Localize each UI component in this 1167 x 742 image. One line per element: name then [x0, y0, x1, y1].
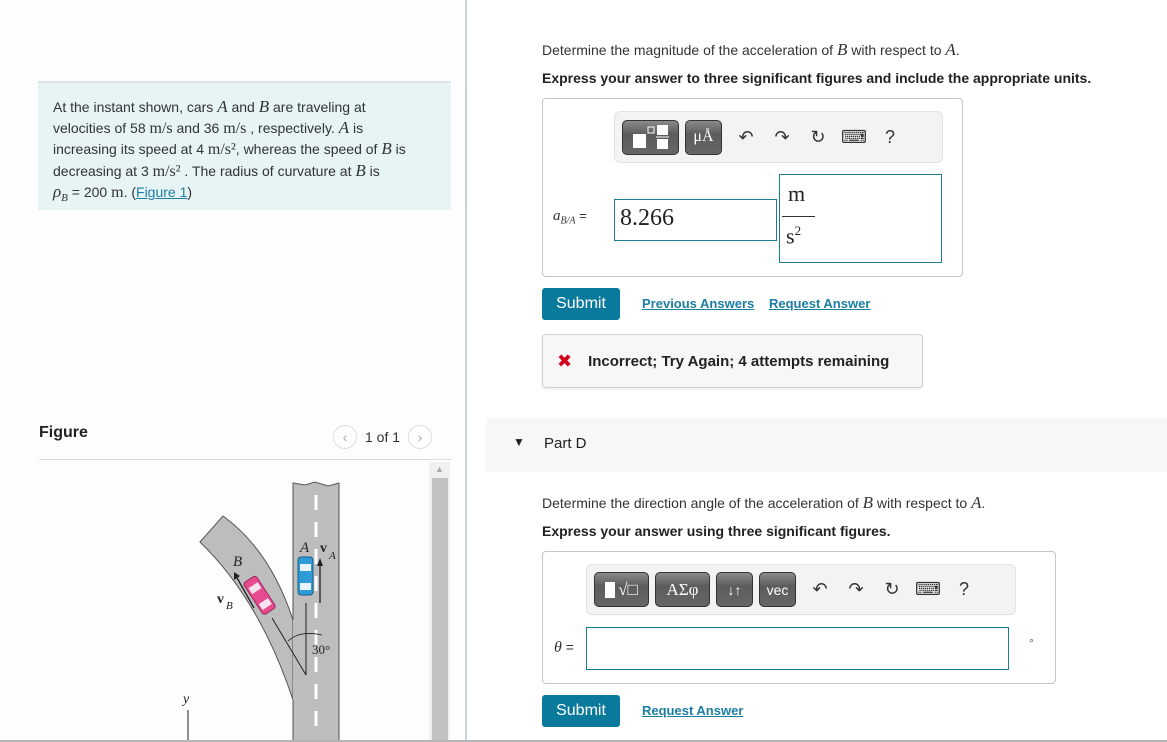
part-c-instruction: Express your answer to three significant…: [542, 70, 1092, 86]
redo-icon[interactable]: ↷: [764, 127, 800, 148]
greek-symbols-button[interactable]: ΑΣφ: [655, 572, 710, 607]
next-figure-button[interactable]: ›: [408, 425, 433, 449]
previous-answers-link[interactable]: Previous Answers: [642, 296, 754, 311]
part-c-request-answer-link[interactable]: Request Answer: [769, 296, 870, 311]
part-d-title: Part D: [544, 435, 587, 452]
label-a: A: [299, 540, 310, 556]
unit-numerator: m: [788, 181, 806, 206]
scrollbar-thumb[interactable]: [432, 478, 448, 742]
keyboard-icon[interactable]: ⌨: [910, 579, 946, 600]
fraction-bar: [782, 216, 815, 217]
redo-icon[interactable]: ↷: [838, 579, 874, 600]
units-button[interactable]: μÅ: [685, 119, 722, 155]
label-vb-sub: B: [226, 600, 233, 612]
label-va: v: [320, 541, 327, 556]
figure-image: B A v A v B 30° y: [181, 481, 340, 742]
collapse-triangle-icon: ▼: [513, 435, 525, 449]
part-c-toolbar: μÅ ↶ ↷ ↻ ⌨ ?: [614, 111, 943, 163]
scroll-up-icon[interactable]: ▲: [429, 462, 450, 476]
undo-icon[interactable]: ↶: [802, 579, 838, 600]
unit-denominator: s2: [786, 223, 802, 249]
label-vb: v: [217, 592, 224, 607]
radical-template-icon: √□: [618, 579, 638, 599]
templates-button[interactable]: √□: [594, 572, 649, 607]
feedback-message: ✖ Incorrect; Try Again; 4 attempts remai…: [542, 334, 923, 388]
part-c-variable-label: aB/A =: [553, 208, 587, 227]
part-c-submit-button[interactable]: Submit: [542, 288, 620, 320]
figure-page-indicator: 1 of 1: [365, 429, 401, 445]
road-branch: [199, 515, 294, 701]
label-va-sub: A: [328, 550, 336, 562]
figure-pager: ‹ 1 of 1 ›: [333, 425, 433, 449]
part-c-question: Determine the magnitude of the accelerat…: [542, 40, 960, 59]
figure-title: Figure: [39, 424, 88, 441]
reset-icon[interactable]: ↻: [800, 127, 836, 148]
prev-figure-button[interactable]: ‹: [333, 425, 357, 449]
feedback-text: Incorrect; Try Again; 4 attempts remaini…: [588, 352, 890, 370]
part-d-toolbar: √□ ΑΣφ ↓↑ vec ↶ ↷ ↻ ⌨ ?: [586, 564, 1016, 615]
vector-button[interactable]: vec: [759, 572, 796, 607]
keyboard-icon[interactable]: ⌨: [836, 127, 872, 148]
help-button[interactable]: ?: [872, 127, 908, 148]
part-d-variable-label: θ =: [554, 639, 574, 656]
label-b: B: [233, 554, 242, 570]
figure-divider: [39, 459, 452, 460]
figure-link[interactable]: Figure 1: [136, 184, 187, 200]
part-d-question: Determine the direction angle of the acc…: [542, 493, 986, 512]
part-d-submit-button[interactable]: Submit: [542, 695, 620, 727]
part-c-value-input[interactable]: 8.266: [614, 199, 777, 241]
reset-icon[interactable]: ↻: [874, 579, 910, 600]
fraction-template-icon: [632, 125, 669, 149]
degree-unit: °: [1029, 636, 1034, 650]
templates-button[interactable]: [622, 119, 679, 155]
part-d-instruction: Express your answer using three signific…: [542, 523, 891, 539]
part-d-header[interactable]: ▼ Part D: [486, 418, 1167, 472]
arrows-button[interactable]: ↓↑: [716, 572, 753, 607]
chevron-right-icon: ›: [417, 429, 423, 445]
undo-icon[interactable]: ↶: [728, 127, 764, 148]
part-c-unit-input[interactable]: m s2: [779, 174, 942, 263]
label-angle: 30°: [312, 642, 330, 657]
panel-divider[interactable]: [465, 0, 467, 742]
chevron-left-icon: ‹: [342, 429, 348, 445]
help-button[interactable]: ?: [946, 579, 982, 600]
part-d-angle-input[interactable]: [586, 627, 1009, 670]
label-y-axis: y: [181, 692, 190, 707]
error-x-icon: ✖: [557, 350, 573, 371]
part-d-request-answer-link[interactable]: Request Answer: [642, 703, 743, 718]
problem-statement: At the instant shown, cars A and B are t…: [38, 81, 451, 210]
